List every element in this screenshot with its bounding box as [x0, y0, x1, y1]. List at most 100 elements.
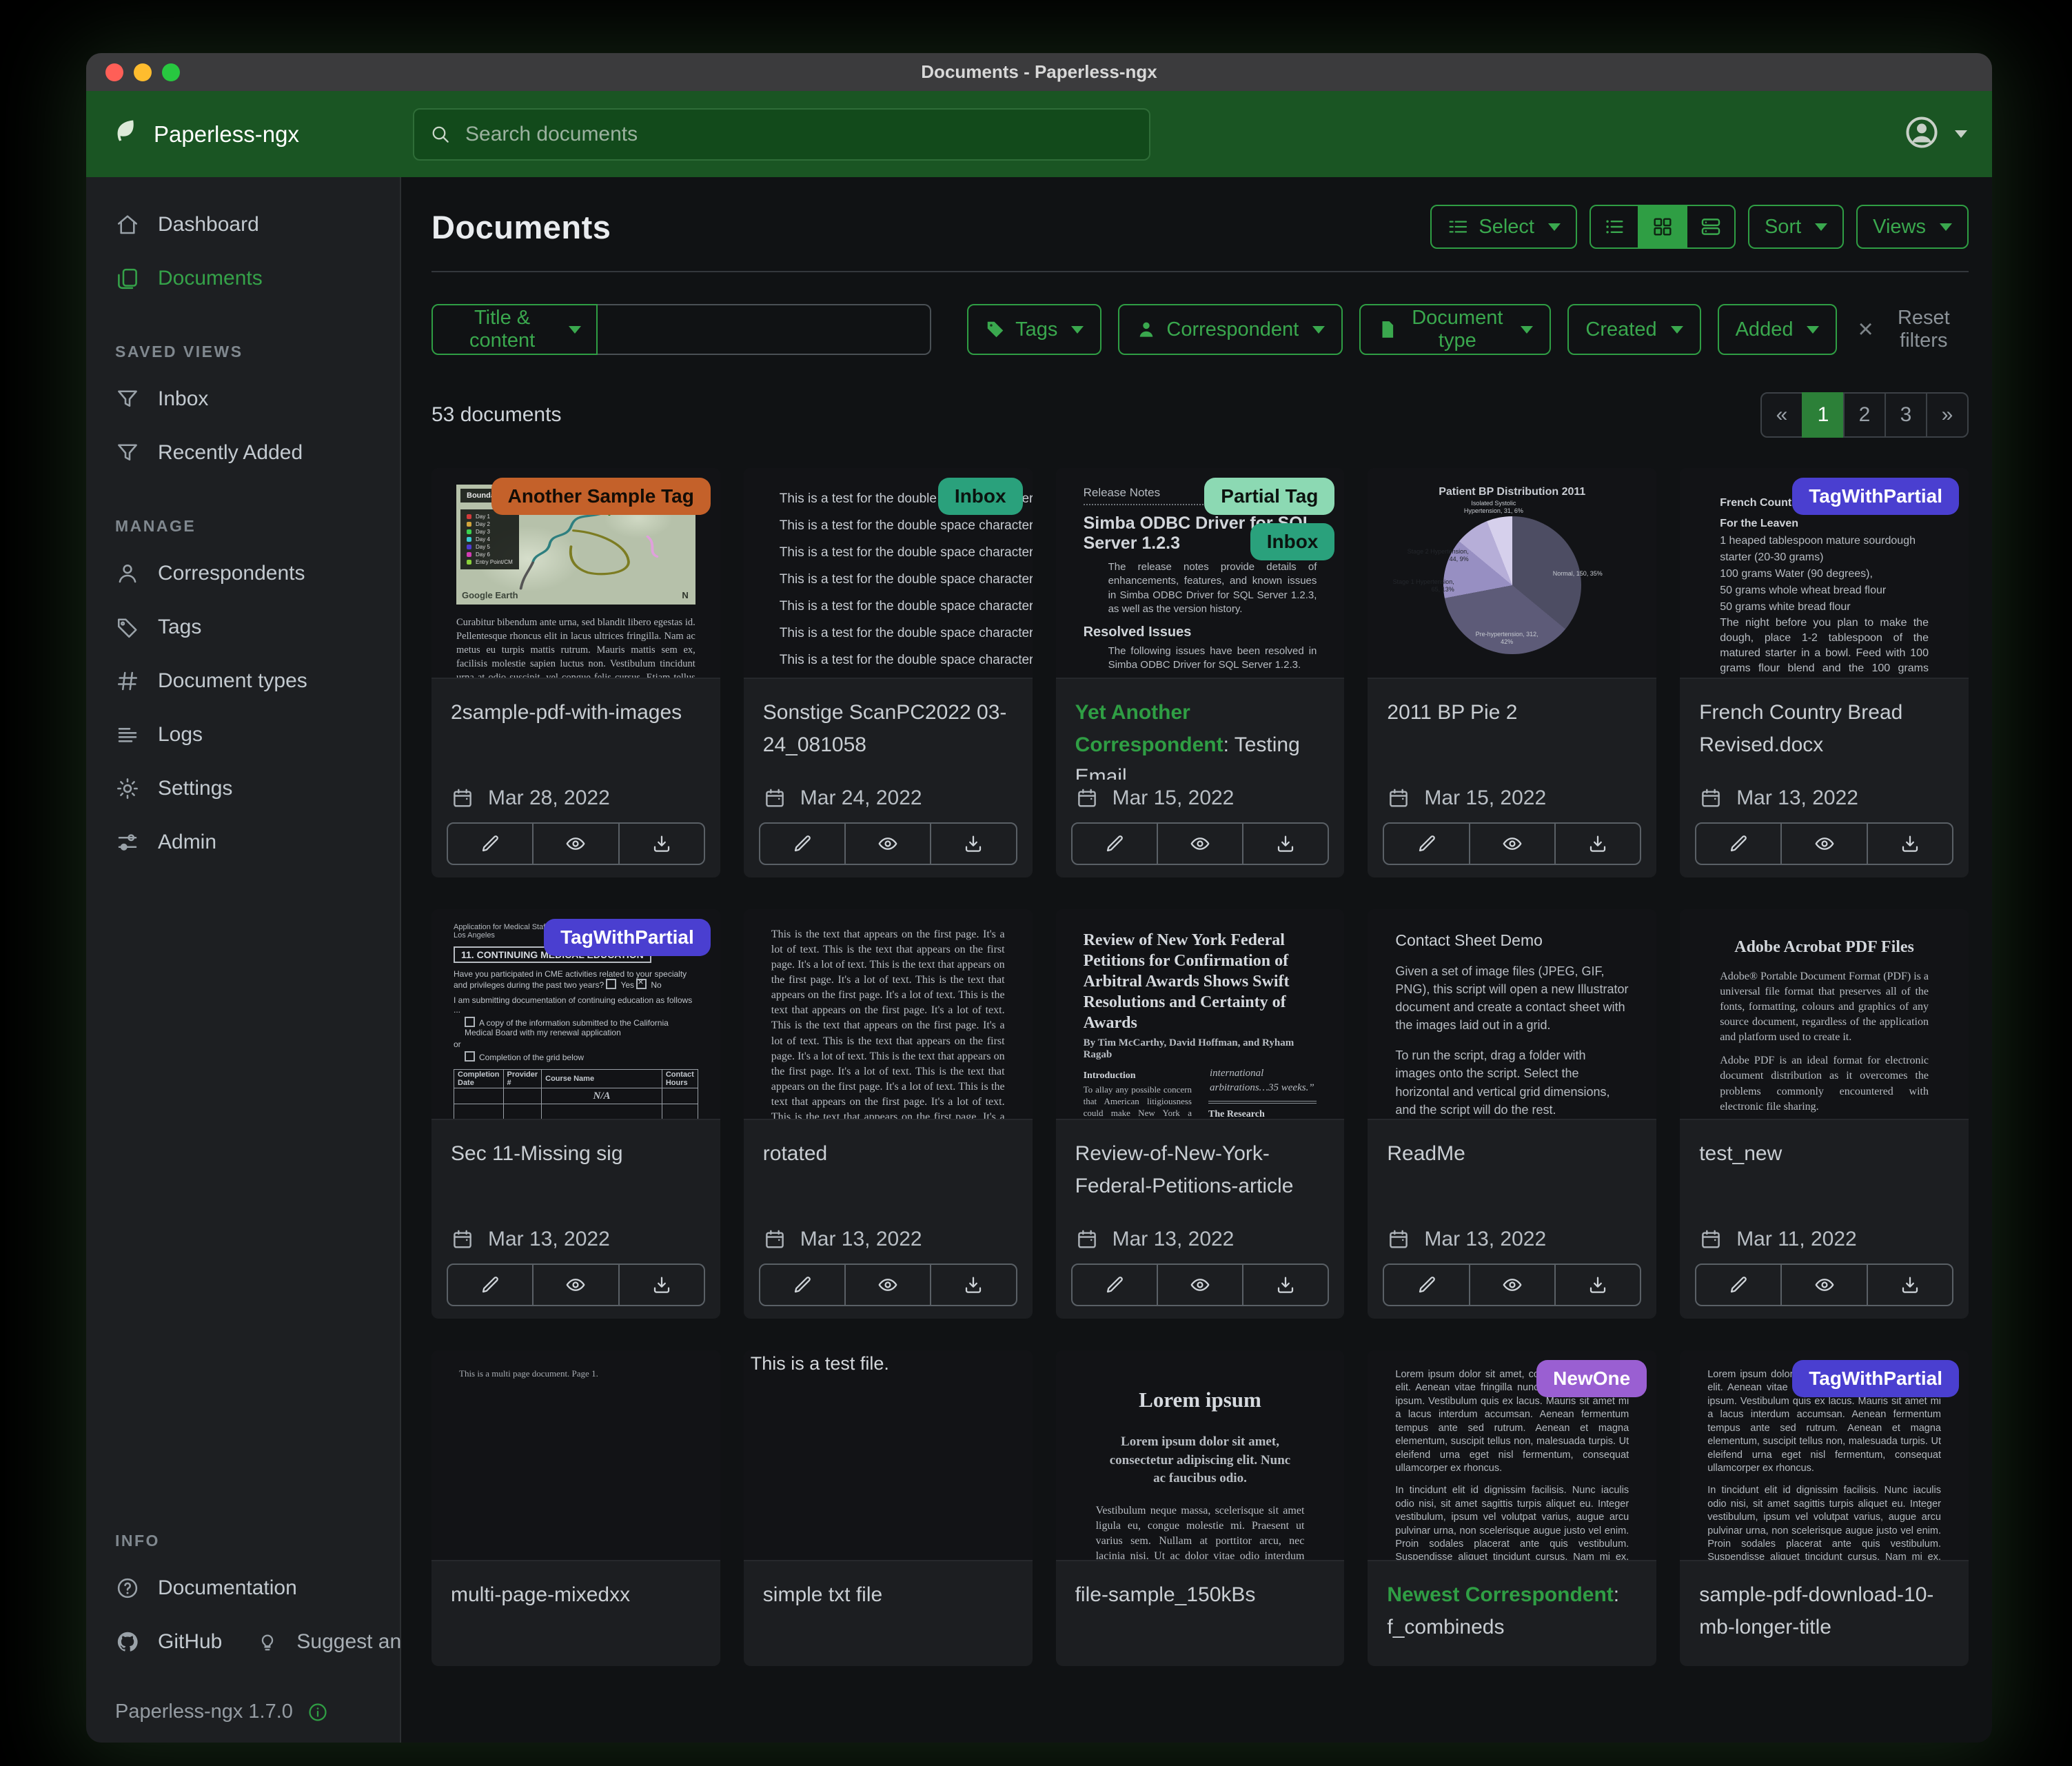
tag-badge[interactable]: TagWithPartial	[1792, 478, 1959, 515]
tag-badge[interactable]: Inbox	[938, 478, 1023, 515]
sidebar-item-correspondents[interactable]: Correspondents	[86, 547, 400, 600]
document-thumbnail[interactable]: Review of New York Federal Petitions for…	[1056, 909, 1345, 1120]
window-close-button[interactable]	[105, 63, 123, 81]
sidebar-item-document-types[interactable]: Document types	[86, 654, 400, 708]
sidebar-item-inbox[interactable]: Inbox	[86, 372, 400, 426]
edit-document-button[interactable]	[760, 824, 844, 864]
view-document-button[interactable]	[844, 1265, 930, 1305]
view-document-button[interactable]	[1780, 1265, 1866, 1305]
title-content-input[interactable]	[598, 304, 931, 355]
reset-filters-button[interactable]: × Reset filters	[1853, 306, 1969, 353]
view-grid-button[interactable]	[1638, 205, 1687, 249]
edit-document-button[interactable]	[448, 824, 532, 864]
window-minimize-button[interactable]	[134, 63, 152, 81]
document-thumbnail[interactable]: This is the text that appears on the fir…	[744, 909, 1033, 1120]
tag-badge[interactable]: Inbox	[1250, 523, 1335, 560]
document-title[interactable]: Yet Another Correspondent: Testing Email	[1056, 679, 1345, 780]
views-button[interactable]: Views	[1856, 205, 1969, 249]
sidebar-item-settings[interactable]: Settings	[86, 762, 400, 815]
document-title[interactable]: Review-of-New-York-Federal-Petitions-art…	[1056, 1120, 1345, 1221]
view-list-button[interactable]	[1589, 205, 1639, 249]
pagination-page-3[interactable]: 3	[1885, 392, 1927, 438]
document-title[interactable]: rotated	[744, 1120, 1033, 1221]
document-title[interactable]: 2sample-pdf-with-images	[431, 679, 720, 780]
sort-button[interactable]: Sort	[1748, 205, 1844, 249]
document-title[interactable]: French Country Bread Revised.docx	[1680, 679, 1969, 780]
edit-document-button[interactable]	[760, 1265, 844, 1305]
download-document-button[interactable]	[1242, 824, 1328, 864]
document-title[interactable]: Sec 11-Missing sig	[431, 1120, 720, 1221]
document-thumbnail[interactable]: This is a multi page document. Page 1.	[431, 1350, 720, 1561]
sidebar-item-documentation[interactable]: Documentation	[86, 1561, 400, 1615]
pagination-page-1[interactable]: 1	[1802, 392, 1845, 438]
edit-document-button[interactable]	[1073, 1265, 1157, 1305]
edit-document-button[interactable]	[1073, 824, 1157, 864]
document-title[interactable]: Sonstige ScanPC2022 03-24_081058	[744, 679, 1033, 780]
sidebar-item-dashboard[interactable]: Dashboard	[86, 198, 400, 252]
edit-document-button[interactable]	[448, 1265, 532, 1305]
pagination-prev-button[interactable]: «	[1760, 392, 1803, 438]
document-title[interactable]: multi-page-mixedxx	[431, 1561, 720, 1666]
document-thumbnail[interactable]: Contact Sheet DemoGiven a set of image f…	[1368, 909, 1656, 1120]
view-document-button[interactable]	[532, 1265, 618, 1305]
download-document-button[interactable]	[618, 1265, 704, 1305]
document-thumbnail[interactable]: Release NotesSimba ODBC Driver for SQL S…	[1056, 468, 1345, 679]
document-thumbnail[interactable]: Application for Medical Staff Membership…	[431, 909, 720, 1120]
document-type-filter-button[interactable]: Document type	[1359, 304, 1551, 355]
info-icon[interactable]	[307, 1701, 329, 1723]
document-thumbnail[interactable]: Lorem ipsumLorem ipsum dolor sit amet, c…	[1056, 1350, 1345, 1561]
view-document-button[interactable]	[1469, 1265, 1554, 1305]
document-thumbnail[interactable]: Lorem ipsum dolor sit amet, consectetur …	[1680, 1350, 1969, 1561]
download-document-button[interactable]	[930, 824, 1015, 864]
download-document-button[interactable]	[1867, 1265, 1952, 1305]
document-thumbnail[interactable]: Boundary Waters TripDay 1Day 2Day 3Day 4…	[431, 468, 720, 679]
app-logo[interactable]: Paperless-ngx	[111, 117, 413, 152]
view-document-button[interactable]	[1469, 824, 1554, 864]
search-input[interactable]	[464, 122, 1134, 147]
view-document-button[interactable]	[1780, 824, 1866, 864]
view-document-button[interactable]	[1157, 1265, 1242, 1305]
select-button[interactable]: Select	[1430, 205, 1577, 249]
download-document-button[interactable]	[1554, 1265, 1640, 1305]
download-document-button[interactable]	[1242, 1265, 1328, 1305]
edit-document-button[interactable]	[1384, 1265, 1468, 1305]
tag-badge[interactable]: Partial Tag	[1204, 478, 1334, 515]
tag-badge[interactable]: TagWithPartial	[544, 919, 711, 956]
user-menu[interactable]	[1902, 113, 1967, 155]
edit-document-button[interactable]	[1696, 824, 1780, 864]
document-title[interactable]: ReadMe	[1368, 1120, 1656, 1221]
view-document-button[interactable]	[1157, 824, 1242, 864]
pagination-next-button[interactable]: »	[1926, 392, 1969, 438]
added-filter-button[interactable]: Added	[1718, 304, 1838, 355]
sidebar-item-logs[interactable]: Logs	[86, 708, 400, 762]
download-document-button[interactable]	[1554, 824, 1640, 864]
document-correspondent-link[interactable]: Yet Another Correspondent	[1075, 701, 1223, 756]
title-content-dropdown[interactable]: Title & content	[431, 304, 598, 355]
tag-badge[interactable]: NewOne	[1536, 1360, 1647, 1397]
pagination-page-2[interactable]: 2	[1843, 392, 1886, 438]
sidebar-item-documents[interactable]: Documents	[86, 252, 400, 305]
document-thumbnail[interactable]: Adobe Acrobat PDF FilesAdobe® Portable D…	[1680, 909, 1969, 1120]
tags-filter-button[interactable]: Tags	[967, 304, 1101, 355]
document-thumbnail[interactable]: This is a test for the double space char…	[744, 468, 1033, 679]
sidebar-item-tags[interactable]: Tags	[86, 600, 400, 654]
download-document-button[interactable]	[1867, 824, 1952, 864]
document-title[interactable]: 2011 BP Pie 2	[1368, 679, 1656, 780]
document-thumbnail[interactable]: This is a test file.	[744, 1350, 1033, 1561]
document-title[interactable]: Newest Correspondent: f_combineds	[1368, 1561, 1656, 1666]
document-title[interactable]: simple txt file	[744, 1561, 1033, 1666]
window-zoom-button[interactable]	[162, 63, 180, 81]
document-correspondent-link[interactable]: Newest Correspondent	[1387, 1583, 1613, 1606]
sidebar-item-recently-added[interactable]: Recently Added	[86, 426, 400, 480]
view-detail-button[interactable]	[1686, 205, 1736, 249]
view-document-button[interactable]	[532, 824, 618, 864]
download-document-button[interactable]	[618, 824, 704, 864]
document-thumbnail[interactable]: French Country BreadFor the Leaven1 heap…	[1680, 468, 1969, 679]
document-thumbnail[interactable]: Lorem ipsum dolor sit amet, consectetur …	[1368, 1350, 1656, 1561]
view-document-button[interactable]	[844, 824, 930, 864]
document-thumbnail[interactable]: Patient BP Distribution 2011Normal, 150,…	[1368, 468, 1656, 679]
download-document-button[interactable]	[930, 1265, 1015, 1305]
sidebar-item-admin[interactable]: Admin	[86, 815, 400, 869]
document-title[interactable]: test_new	[1680, 1120, 1969, 1221]
edit-document-button[interactable]	[1384, 824, 1468, 864]
